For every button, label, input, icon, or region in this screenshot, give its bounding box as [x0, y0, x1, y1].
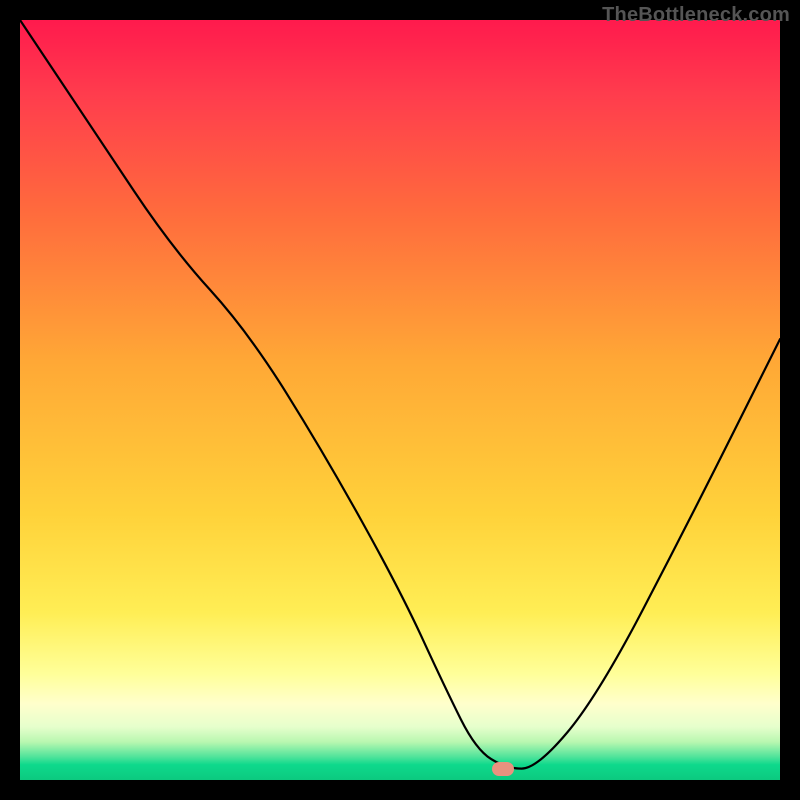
optimum-marker [492, 762, 514, 776]
watermark-text: TheBottleneck.com [602, 4, 790, 27]
chart-container: TheBottleneck.com [0, 0, 800, 800]
curve-svg [20, 20, 780, 780]
bottleneck-curve [20, 20, 780, 769]
plot-area [20, 20, 780, 780]
